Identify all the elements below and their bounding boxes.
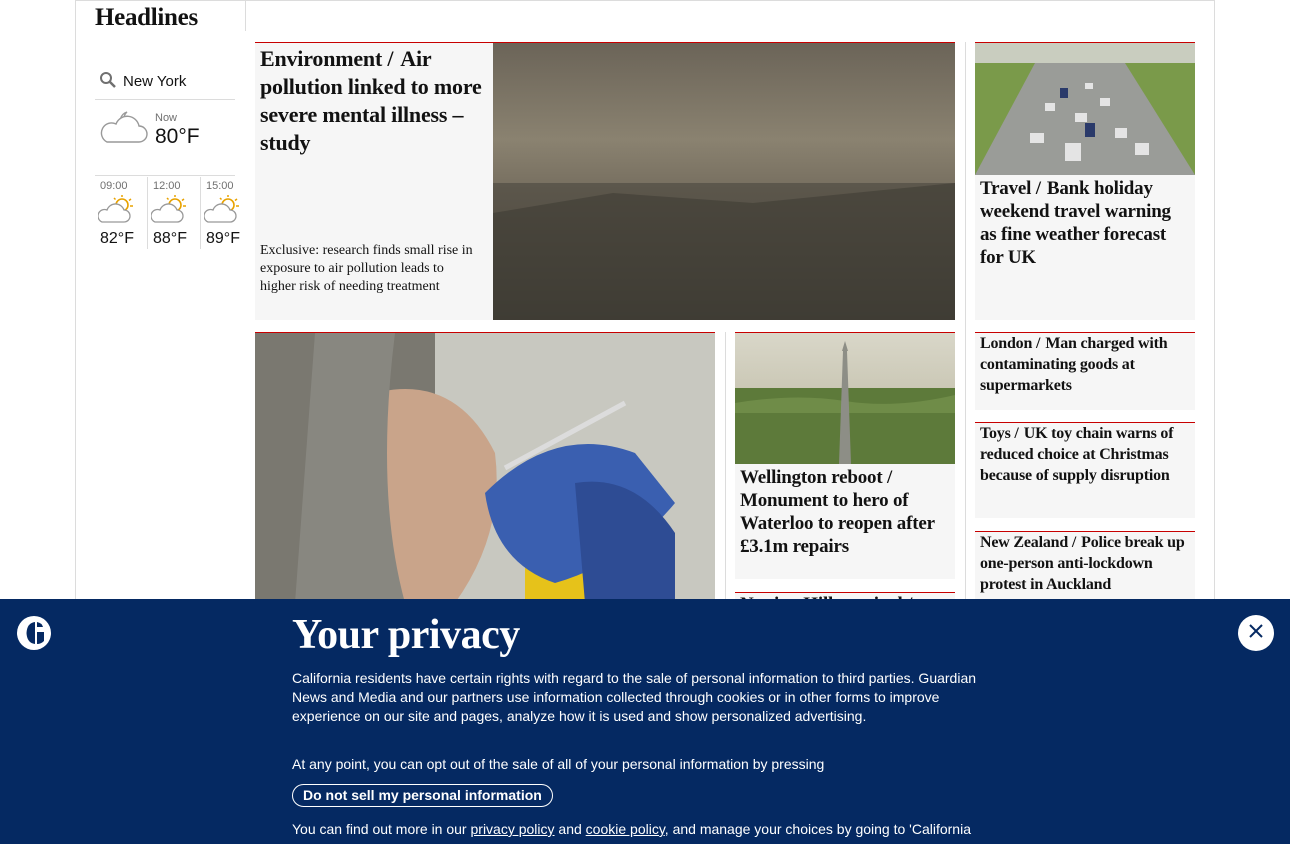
forecast-slot: 12:00 88°F (148, 177, 201, 249)
forecast-temp: 88°F (153, 230, 187, 247)
weather-now-label: Now (155, 112, 178, 124)
headline[interactable]: New Zealand / Police break up one-person… (980, 532, 1185, 595)
column-divider (725, 332, 726, 602)
close-banner-button[interactable] (1238, 615, 1274, 651)
headline[interactable]: Toys / UK toy chain warns of reduced cho… (980, 423, 1192, 486)
story-card-vaccine[interactable] (255, 332, 715, 603)
vaccination-image[interactable] (255, 333, 715, 603)
more-prefix: You can find out more in our (292, 821, 467, 837)
motorway-traffic-image[interactable] (975, 43, 1195, 175)
smog-city-image[interactable] (493, 43, 955, 320)
do-not-sell-button[interactable]: Do not sell my personal information (292, 784, 553, 807)
forecast-slot: 15:00 89°F (201, 177, 254, 249)
privacy-body: California residents have certain rights… (292, 670, 977, 724)
kicker: London / (980, 335, 1041, 352)
cloudy-night-icon (97, 104, 151, 152)
story-card-travel[interactable]: Travel / Bank holiday weekend travel war… (975, 42, 1195, 320)
privacy-title: Your privacy (292, 612, 520, 658)
cookie-policy-link[interactable]: cookie policy (586, 821, 665, 837)
forecast-temp: 89°F (206, 230, 240, 247)
headline[interactable]: Travel / Bank holiday weekend travel war… (980, 177, 1185, 269)
story-card-toys[interactable]: Toys / UK toy chain warns of reduced cho… (975, 422, 1195, 518)
privacy-optout-text: At any point, you can opt out of the sal… (292, 756, 825, 772)
forecast-time: 12:00 (153, 180, 181, 192)
partly-sunny-icon (150, 194, 189, 230)
story-card-london[interactable]: London / Man charged with contaminating … (975, 332, 1195, 410)
kicker: Travel / (980, 178, 1041, 199)
kicker: New Zealand / (980, 534, 1077, 551)
story-card-wellington[interactable]: Wellington reboot / Monument to hero of … (735, 332, 955, 579)
partly-sunny-icon (203, 194, 242, 230)
headline[interactable]: London / Man charged with contaminating … (980, 333, 1188, 396)
kicker: Wellington reboot / (740, 467, 893, 488)
standfirst: Exclusive: research finds small rise in … (260, 243, 473, 294)
close-icon (1248, 623, 1264, 643)
and-text: and (558, 821, 582, 837)
forecast-temp: 82°F (100, 230, 134, 247)
search-icon (95, 71, 123, 93)
weather-now-temp: 80°F (155, 125, 200, 148)
headline[interactable]: Wellington reboot / Monument to hero of … (740, 466, 945, 558)
title-divider (245, 1, 246, 31)
forecast-time: 15:00 (206, 180, 234, 192)
headline-text: Monument to hero of Waterloo to reopen a… (740, 490, 935, 557)
kicker: Environment / (260, 46, 394, 71)
weather-location[interactable]: New York (123, 73, 186, 90)
story-card-environment[interactable]: Environment / Air pollution linked to mo… (255, 42, 955, 320)
section-title: Headlines (95, 4, 198, 31)
privacy-banner: Your privacy California residents have c… (0, 599, 1290, 844)
monument-landscape-image[interactable] (735, 333, 955, 464)
weather-location-search[interactable]: New York (95, 64, 235, 100)
column-divider (965, 42, 966, 602)
privacy-policy-link[interactable]: privacy policy (471, 821, 555, 837)
kicker: Toys / (980, 425, 1019, 442)
partly-sunny-icon (97, 194, 136, 230)
privacy-more-text: You can find out more in our privacy pol… (292, 819, 992, 844)
weather-now: Now 80°F (95, 101, 235, 176)
guardian-logo-icon (16, 615, 52, 655)
forecast-slot: 09:00 82°F (95, 177, 148, 249)
forecast-time: 09:00 (100, 180, 128, 192)
headline[interactable]: Environment / Air pollution linked to mo… (260, 45, 485, 157)
